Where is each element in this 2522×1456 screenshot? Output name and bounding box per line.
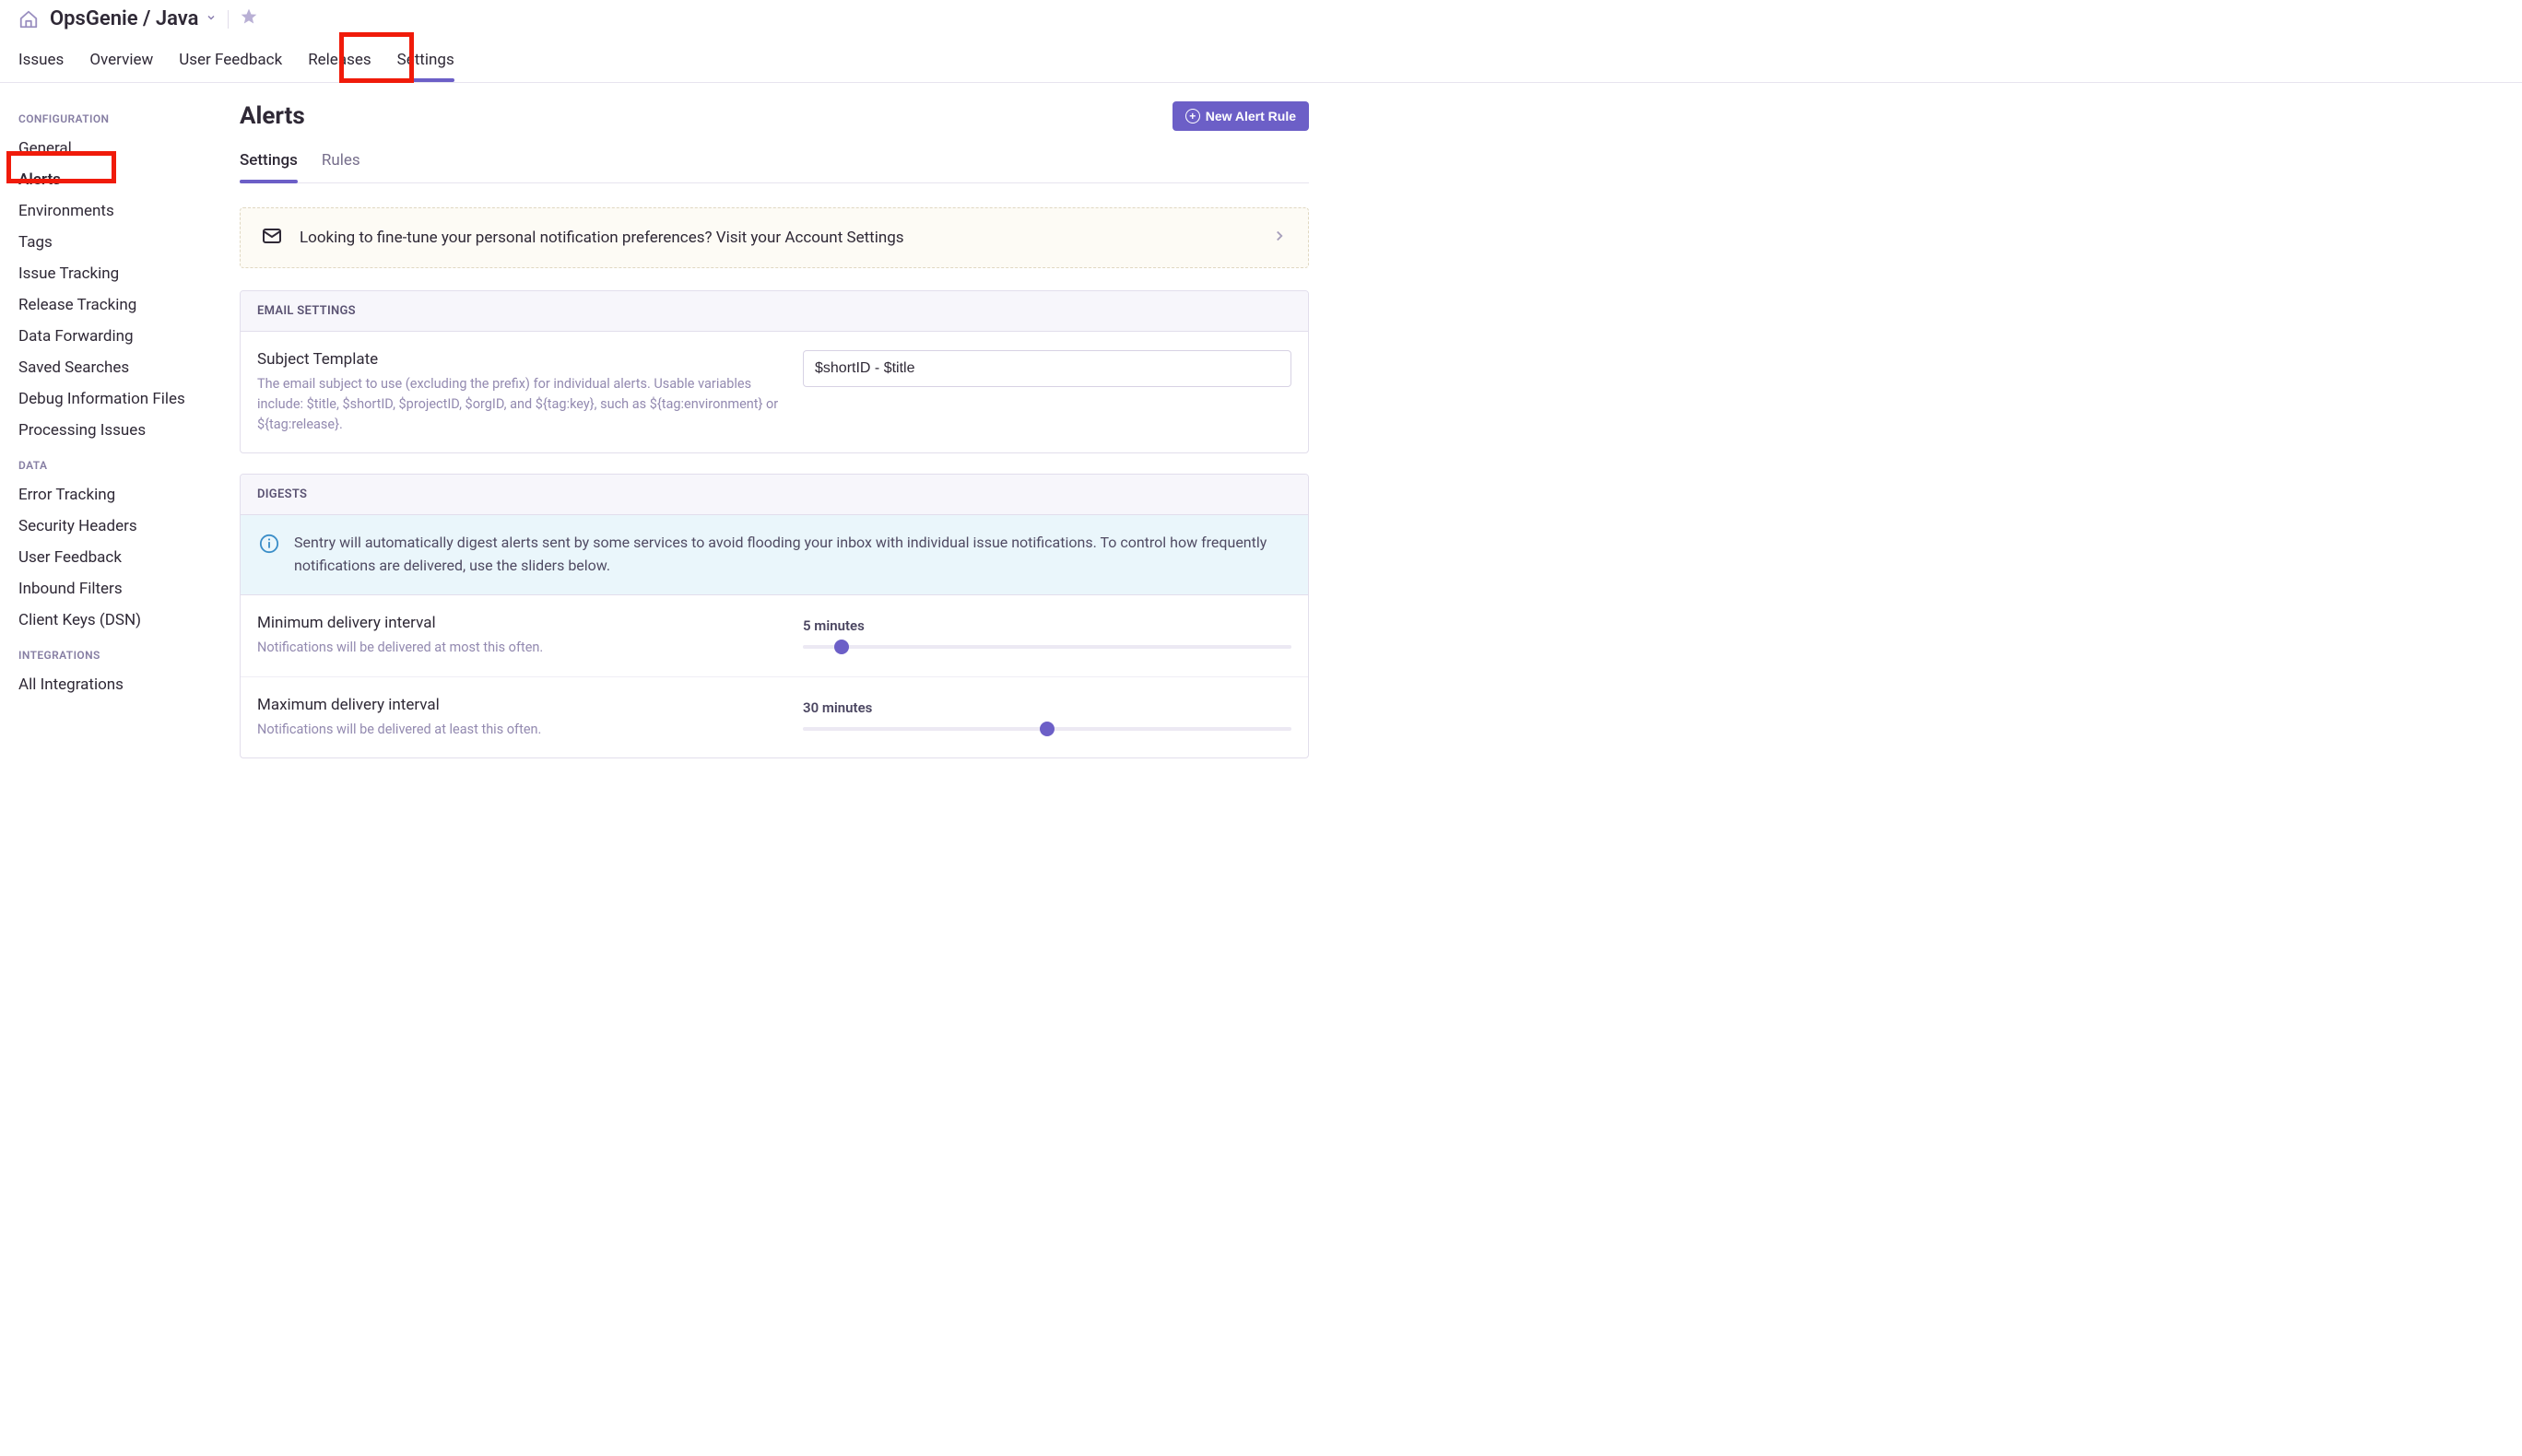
sidebar-item-environments[interactable]: Environments [18,195,203,227]
digests-panel: DIGESTS Sentry will automatically digest… [240,474,1309,758]
sidebar-item-error-tracking[interactable]: Error Tracking [18,479,203,511]
sidebar: CONFIGURATION General Alerts Environment… [0,83,221,816]
plus-circle-icon: + [1185,109,1200,123]
subject-template-input[interactable] [803,350,1291,387]
tab-settings[interactable]: Settings [397,41,454,82]
sub-tab-settings[interactable]: Settings [240,142,298,182]
sidebar-section-data: DATA [18,459,203,472]
sidebar-item-client-keys[interactable]: Client Keys (DSN) [18,605,203,636]
main-tabs: Issues Overview User Feedback Releases S… [18,41,2504,82]
max-interval-value: 30 minutes [803,699,1291,716]
min-interval-value: 5 minutes [803,617,1291,634]
content: Alerts + New Alert Rule Settings Rules L… [221,83,1327,816]
notification-preferences-notice[interactable]: Looking to fine-tune your personal notif… [240,207,1309,268]
sidebar-item-debug-info-files[interactable]: Debug Information Files [18,383,203,415]
tab-user-feedback[interactable]: User Feedback [179,41,282,82]
subject-template-label: Subject Template [257,350,781,369]
digests-info-text: Sentry will automatically digest alerts … [294,532,1290,578]
page-title: Alerts [240,102,305,130]
min-interval-desc: Notifications will be delivered at most … [257,638,781,658]
divider [228,10,229,29]
max-interval-slider[interactable] [803,727,1291,731]
sidebar-item-data-forwarding[interactable]: Data Forwarding [18,321,203,352]
min-interval-label: Minimum delivery interval [257,614,781,632]
home-icon[interactable] [18,9,39,29]
sidebar-item-user-feedback-data[interactable]: User Feedback [18,542,203,573]
chevron-down-icon [206,12,217,27]
sidebar-item-saved-searches[interactable]: Saved Searches [18,352,203,383]
sidebar-section-integrations: INTEGRATIONS [18,649,203,662]
breadcrumb-text: OpsGenie / Java [50,7,198,30]
max-interval-label: Maximum delivery interval [257,696,781,714]
subject-template-desc: The email subject to use (excluding the … [257,374,781,434]
breadcrumb[interactable]: OpsGenie / Java [50,7,217,30]
sidebar-section-configuration: CONFIGURATION [18,112,203,125]
sidebar-item-issue-tracking[interactable]: Issue Tracking [18,258,203,289]
digests-header: DIGESTS [241,475,1308,515]
sidebar-item-general[interactable]: General [18,133,203,164]
sidebar-item-release-tracking[interactable]: Release Tracking [18,289,203,321]
digests-info-banner: Sentry will automatically digest alerts … [241,515,1308,595]
page-header: OpsGenie / Java Issues Overview User Fee… [0,0,2522,83]
star-icon[interactable] [240,7,258,30]
email-settings-header: EMAIL SETTINGS [241,291,1308,332]
sidebar-item-security-headers[interactable]: Security Headers [18,511,203,542]
tab-issues[interactable]: Issues [18,41,64,82]
sub-tabs: Settings Rules [240,142,1309,183]
notice-text: Looking to fine-tune your personal notif… [300,229,1255,247]
info-icon [259,534,279,558]
sidebar-item-processing-issues[interactable]: Processing Issues [18,415,203,446]
min-interval-thumb[interactable] [834,640,849,654]
max-interval-desc: Notifications will be delivered at least… [257,720,781,740]
tab-releases[interactable]: Releases [308,41,371,82]
sidebar-item-all-integrations[interactable]: All Integrations [18,669,203,700]
new-alert-rule-button[interactable]: + New Alert Rule [1173,101,1309,131]
sidebar-item-inbound-filters[interactable]: Inbound Filters [18,573,203,605]
sub-tab-rules[interactable]: Rules [322,142,360,182]
min-interval-slider[interactable] [803,645,1291,649]
chevron-right-icon [1271,228,1288,248]
email-settings-panel: EMAIL SETTINGS Subject Template The emai… [240,290,1309,453]
max-interval-thumb[interactable] [1040,722,1055,736]
sidebar-item-alerts[interactable]: Alerts [18,164,203,195]
tab-overview[interactable]: Overview [89,41,153,82]
mail-icon [261,225,283,251]
new-alert-rule-label: New Alert Rule [1206,109,1296,123]
sidebar-item-tags[interactable]: Tags [18,227,203,258]
